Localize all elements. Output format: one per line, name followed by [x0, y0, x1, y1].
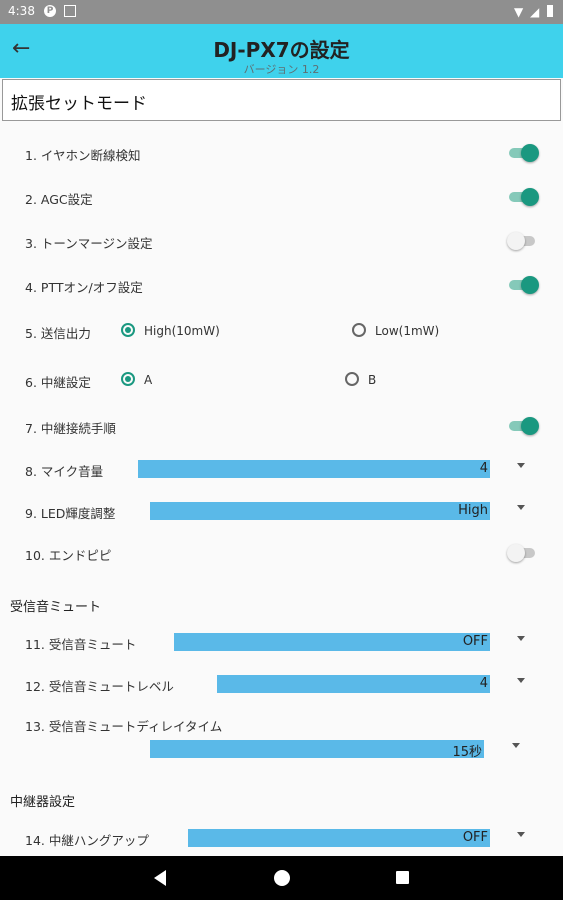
- relay-procedure-toggle[interactable]: [509, 417, 539, 435]
- rx-mute-delay-select[interactable]: 15秒: [150, 740, 484, 760]
- wifi-icon: ▼: [514, 5, 524, 19]
- nav-home-icon[interactable]: [274, 870, 290, 886]
- setting-label: 13. 受信音ミュートディレイタイム: [25, 719, 223, 734]
- radio-label: High(10mW): [144, 324, 220, 338]
- setting-label: 2. AGC設定: [25, 192, 93, 207]
- setting-label: 1. イヤホン断線検知: [25, 148, 141, 163]
- setting-label: 5. 送信出力: [25, 326, 91, 341]
- radio-label: Low(1mW): [375, 324, 440, 338]
- page-title: DJ-PX7の設定: [213, 38, 350, 62]
- radio-label: A: [144, 373, 153, 387]
- setting-row-relay: 6. 中継設定 A B: [0, 365, 563, 395]
- dropdown-arrow-icon[interactable]: [517, 636, 525, 641]
- nav-recent-icon[interactable]: [396, 871, 409, 884]
- setting-row-tone-margin: 3. トーンマージン設定: [0, 226, 563, 256]
- setting-label: 9. LED輝度調整: [25, 506, 116, 521]
- tone-margin-toggle[interactable]: [507, 232, 535, 250]
- setting-row-tx-power: 5. 送信出力 High(10mW) Low(1mW): [0, 316, 563, 346]
- ptt-toggle[interactable]: [509, 276, 539, 294]
- nav-back-icon[interactable]: [154, 870, 166, 886]
- dropdown-arrow-icon[interactable]: [517, 463, 525, 468]
- setting-label: 6. 中継設定: [25, 375, 91, 390]
- setting-row-earphone-detect: 1. イヤホン断線検知: [0, 138, 563, 168]
- select-value: OFF: [462, 830, 488, 845]
- status-bar: 4:38 P ▼ ◢: [0, 0, 563, 24]
- mode-header: 拡張セットモード: [2, 79, 561, 121]
- tx-power-low-radio[interactable]: [352, 323, 366, 337]
- setting-row-repeater-hangup: 14. 中継ハングアップ OFF: [0, 823, 563, 853]
- repeater-hangup-select[interactable]: OFF: [188, 829, 490, 847]
- tx-power-high-radio[interactable]: [121, 323, 135, 337]
- select-value: High: [458, 503, 488, 518]
- setting-label: 11. 受信音ミュート: [25, 637, 137, 652]
- setting-row-end-beep: 10. エンドピピ: [0, 538, 563, 568]
- dropdown-arrow-icon[interactable]: [517, 832, 525, 837]
- version-subtitle: バージョン 1.2: [243, 63, 320, 76]
- select-value: 4: [479, 461, 488, 476]
- select-value: OFF: [462, 634, 488, 649]
- relay-a-radio[interactable]: [121, 372, 135, 386]
- setting-row-ptt: 4. PTTオン/オフ設定: [0, 270, 563, 300]
- status-time: 4:38: [8, 4, 35, 18]
- setting-row-mic-volume: 8. マイク音量 4: [0, 454, 563, 484]
- dropdown-arrow-icon[interactable]: [512, 743, 520, 748]
- setting-row-relay-procedure: 7. 中継接続手順: [0, 411, 563, 441]
- setting-label: 7. 中継接続手順: [25, 421, 116, 436]
- navigation-bar: [0, 856, 563, 900]
- radio-label: B: [368, 373, 377, 387]
- setting-label: 8. マイク音量: [25, 464, 104, 479]
- earphone-detect-toggle[interactable]: [509, 144, 539, 162]
- select-value: 15秒: [452, 745, 482, 760]
- dropdown-arrow-icon[interactable]: [517, 678, 525, 683]
- setting-row-led: 9. LED輝度調整 High: [0, 496, 563, 526]
- mic-volume-select[interactable]: 4: [138, 460, 490, 478]
- rx-mute-level-select[interactable]: 4: [217, 675, 490, 693]
- mode-header-label: 拡張セットモード: [11, 94, 147, 114]
- setting-row-rx-mute-level: 12. 受信音ミュートレベル 4: [0, 669, 563, 699]
- app-bar: ← DJ-PX7の設定 バージョン 1.2: [0, 24, 563, 78]
- setting-row-agc: 2. AGC設定: [0, 182, 563, 212]
- led-brightness-select[interactable]: High: [150, 502, 490, 520]
- section-title-repeater: 中継器設定: [10, 795, 76, 810]
- setting-row-rx-mute: 11. 受信音ミュート OFF: [0, 627, 563, 657]
- setting-label: 3. トーンマージン設定: [25, 236, 153, 251]
- setting-row-rx-mute-delay: 15秒: [0, 734, 563, 764]
- setting-label: 14. 中継ハングアップ: [25, 833, 149, 848]
- section-title-rx-mute: 受信音ミュート: [10, 600, 102, 615]
- setting-label: 12. 受信音ミュートレベル: [25, 679, 174, 694]
- sd-card-icon: [64, 5, 76, 17]
- select-value: 4: [479, 676, 488, 691]
- end-beep-toggle[interactable]: [507, 544, 535, 562]
- rx-mute-select[interactable]: OFF: [174, 633, 490, 651]
- agc-toggle[interactable]: [509, 188, 539, 206]
- setting-label: 4. PTTオン/オフ設定: [25, 280, 143, 295]
- setting-label: 10. エンドピピ: [25, 548, 112, 563]
- app-notification-icon: P: [44, 5, 56, 17]
- dropdown-arrow-icon[interactable]: [517, 505, 525, 510]
- relay-b-radio[interactable]: [345, 372, 359, 386]
- signal-icon: ◢: [530, 5, 540, 19]
- battery-icon: [547, 5, 553, 17]
